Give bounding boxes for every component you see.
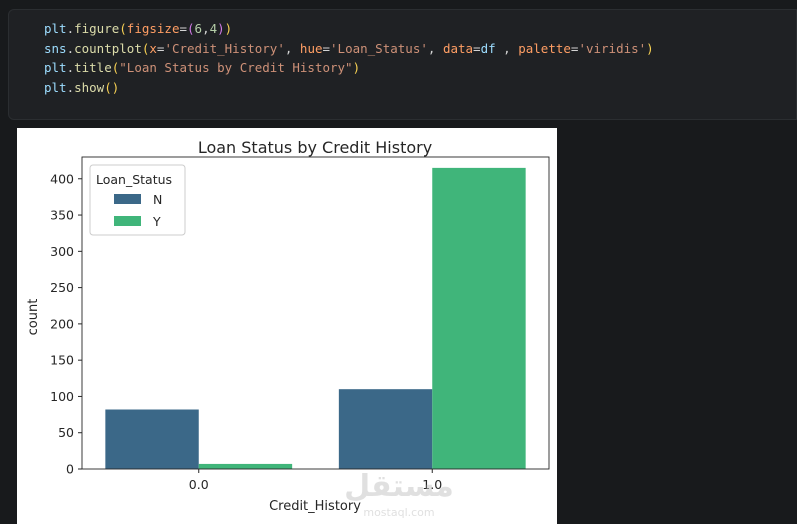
legend-label-y: Y <box>152 214 161 229</box>
y-axis-ticks: 0 50 100 150 200 250 300 350 400 <box>50 171 82 477</box>
bar-n-0-0 <box>105 409 199 469</box>
y-tick-label: 400 <box>50 171 74 186</box>
mostaql-watermark: مستقل mostaql.com <box>344 466 454 522</box>
y-tick-label: 350 <box>50 208 74 223</box>
legend-swatch-y <box>114 216 141 226</box>
y-tick-label: 250 <box>50 280 74 295</box>
y-axis-label: count <box>26 299 41 336</box>
code-line-4: plt.show() <box>44 79 120 95</box>
watermark-arabic: مستقل <box>344 469 454 504</box>
cell-output: Loan Status by Credit History 0 50 100 150 2… <box>17 128 557 524</box>
code-cell[interactable]: plt.figure(figsize=(6,4)) sns.countplot(x… <box>8 9 797 120</box>
countplot-chart: Loan Status by Credit History 0 50 100 150 2… <box>26 138 550 514</box>
legend-label-n: N <box>153 192 162 207</box>
y-tick-label: 150 <box>50 353 74 368</box>
watermark-text: mostaql.com <box>363 506 434 519</box>
y-tick-label: 100 <box>50 389 74 404</box>
legend-title: Loan_Status <box>96 172 172 187</box>
notebook-page: plt.figure(figsize=(6,4)) sns.countplot(x… <box>0 0 797 524</box>
y-tick-label: 200 <box>50 316 74 331</box>
code-line-1: plt.figure(figsize=(6,4)) <box>44 21 233 36</box>
chart-title: Loan Status by Credit History <box>198 138 432 157</box>
code-line-3: plt.title("Loan Status by Credit History… <box>44 60 361 76</box>
code-editor[interactable]: plt.figure(figsize=(6,4)) sns.countplot(x… <box>44 19 654 97</box>
y-tick-label: 0 <box>66 462 74 477</box>
code-line-2: sns.countplot(x='Credit_History', hue='L… <box>44 40 654 56</box>
bar-y-1-0 <box>432 167 526 469</box>
legend: Loan_Status N Y <box>89 164 186 236</box>
y-tick-label: 50 <box>58 425 74 440</box>
y-tick-label: 300 <box>50 244 74 259</box>
legend-swatch-n <box>114 194 141 204</box>
bar-y-0-0 <box>198 463 293 469</box>
x-tick-label: 0.0 <box>189 477 209 492</box>
bar-n-1-0 <box>338 389 433 469</box>
